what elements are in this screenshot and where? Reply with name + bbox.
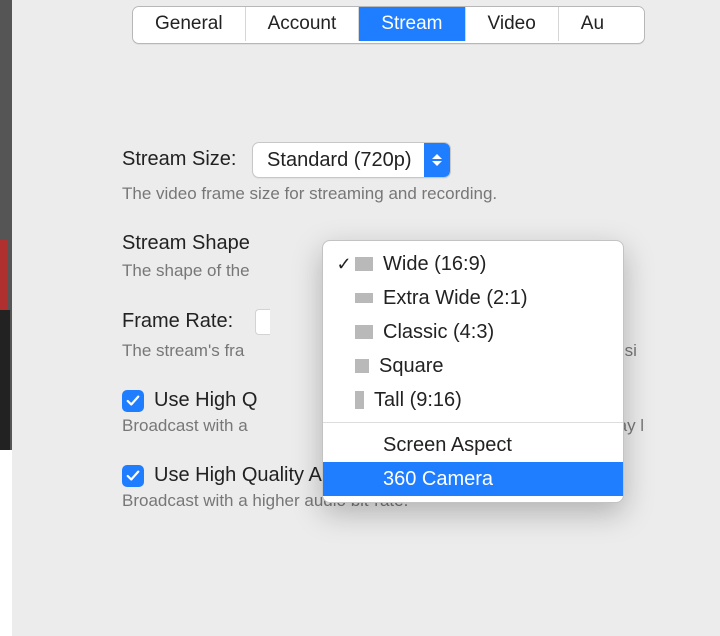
tab-stream[interactable]: Stream (359, 7, 465, 41)
frame-rate-popup[interactable] (255, 309, 270, 335)
hq-video-checkbox[interactable] (122, 390, 144, 412)
updown-icon (424, 143, 450, 177)
checkmark-icon: ✓ (333, 254, 355, 275)
tab-general[interactable]: General (133, 7, 246, 41)
ratio-icon (355, 257, 373, 271)
stream-size-value: Standard (720p) (267, 149, 424, 172)
stream-shape-label: Stream Shape (122, 232, 250, 255)
menu-separator (323, 422, 623, 423)
ratio-icon (355, 359, 369, 373)
tab-account[interactable]: Account (246, 7, 360, 41)
menu-item-extra-wide[interactable]: Extra Wide (2:1) (323, 281, 623, 315)
prefs-tabs: General Account Stream Video Au (132, 6, 645, 44)
tab-audio[interactable]: Au (559, 7, 644, 41)
stream-shape-menu: ✓ Wide (16:9) Extra Wide (2:1) Classic (… (322, 240, 624, 503)
menu-item-360-camera[interactable]: 360 Camera (323, 462, 623, 496)
ratio-icon (355, 391, 364, 409)
check-icon (126, 469, 140, 483)
preferences-panel: General Account Stream Video Au Stream S… (12, 0, 720, 636)
background-sliver (0, 0, 12, 636)
menu-item-classic[interactable]: Classic (4:3) (323, 315, 623, 349)
ratio-icon (355, 293, 373, 303)
menu-item-square[interactable]: Square (323, 349, 623, 383)
check-icon (126, 394, 140, 408)
frame-rate-label: Frame Rate: (122, 310, 233, 333)
ratio-icon (355, 325, 373, 339)
tab-video[interactable]: Video (466, 7, 559, 41)
stream-size-popup[interactable]: Standard (720p) (252, 142, 451, 178)
hq-video-label: Use High Q (154, 389, 257, 412)
menu-item-tall[interactable]: Tall (9:16) (323, 383, 623, 417)
menu-item-wide[interactable]: ✓ Wide (16:9) (323, 247, 623, 281)
hq-audio-checkbox[interactable] (122, 465, 144, 487)
menu-item-screen-aspect[interactable]: Screen Aspect (323, 428, 623, 462)
stream-size-help: The video frame size for streaming and r… (122, 184, 720, 204)
stream-size-label: Stream Size: (122, 148, 236, 171)
